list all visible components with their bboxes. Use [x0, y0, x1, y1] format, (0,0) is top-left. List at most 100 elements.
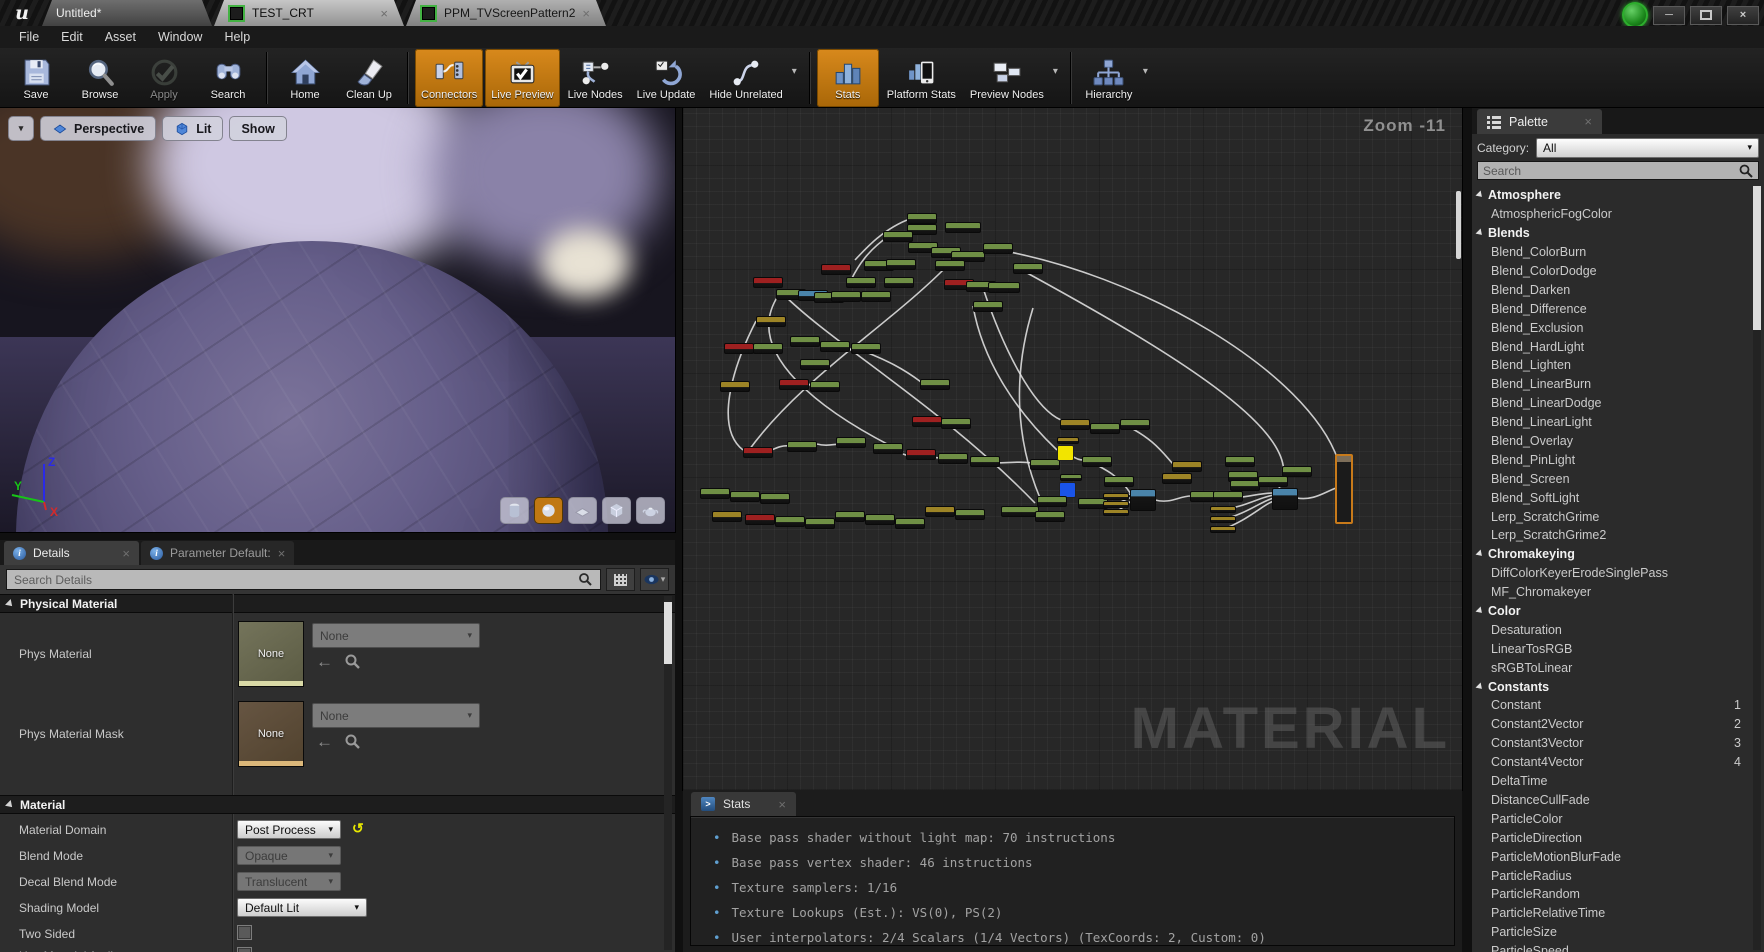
toolbar-search[interactable]: Search	[197, 49, 259, 107]
palette-item-constant3vector[interactable]: Constant3Vector3	[1472, 734, 1751, 753]
palette-category-chromakeying[interactable]: Chromakeying	[1472, 545, 1751, 564]
close-icon[interactable]: ×	[582, 7, 590, 20]
shading-model-dropdown[interactable]: Default Lit▾	[237, 898, 367, 917]
palette-item-lerp-scratchgrime[interactable]: Lerp_ScratchGrime	[1472, 507, 1751, 526]
palette-item-particleradius[interactable]: ParticleRadius	[1472, 866, 1751, 885]
palette-category-color[interactable]: Color	[1472, 602, 1751, 621]
toolbar-home[interactable]: Home	[274, 49, 336, 107]
graph-node[interactable]	[1210, 516, 1236, 523]
toolbar-live-nodes[interactable]: Live Nodes	[562, 49, 629, 107]
graph-node[interactable]	[983, 243, 1013, 254]
graph-node[interactable]	[970, 456, 1000, 467]
phys-material-thumbnail[interactable]: None	[238, 621, 304, 687]
palette-item-blend-colorburn[interactable]: Blend_ColorBurn	[1472, 243, 1751, 262]
graph-node[interactable]	[790, 336, 820, 347]
menu-edit[interactable]: Edit	[50, 30, 94, 44]
graph-node[interactable]	[1258, 476, 1288, 487]
material-domain-dropdown[interactable]: Post Process▾	[237, 820, 341, 839]
toolbar-live-update[interactable]: Live Update	[631, 49, 702, 107]
graph-node[interactable]	[779, 379, 809, 390]
close-icon[interactable]: ×	[278, 547, 286, 560]
palette-item-blend-linearlight[interactable]: Blend_LinearLight	[1472, 413, 1751, 432]
graph-node[interactable]	[753, 277, 783, 288]
graph-node[interactable]	[1001, 506, 1039, 517]
editor-tab-untitled[interactable]: Untitled*	[42, 0, 212, 26]
graph-node[interactable]	[846, 277, 876, 288]
graph-node[interactable]	[938, 453, 968, 464]
toolbar-platform-stats[interactable]: Platform Stats	[881, 49, 962, 107]
graph-node[interactable]	[730, 491, 760, 502]
graph-node[interactable]	[1162, 473, 1192, 484]
graph-node[interactable]	[1225, 456, 1255, 467]
editor-tab-ppm-tvscreenpattern2[interactable]: PPM_TVScreenPattern2×	[406, 0, 606, 26]
material-graph-panel[interactable]: MATERIAL Zoom -11	[683, 108, 1462, 790]
graph-node[interactable]	[935, 260, 965, 271]
graph-node[interactable]	[1335, 454, 1353, 524]
toolbar-connectors[interactable]: Connectors	[415, 49, 483, 107]
palette-item-blend-pinlight[interactable]: Blend_PinLight	[1472, 450, 1751, 469]
graph-node[interactable]	[1057, 445, 1074, 461]
menu-help[interactable]: Help	[213, 30, 261, 44]
palette-item-diffcolorkeyererodesinglepass[interactable]: DiffColorKeyerErodeSinglePass	[1472, 564, 1751, 583]
palette-item-constant[interactable]: Constant1	[1472, 696, 1751, 715]
graph-node[interactable]	[1103, 501, 1129, 508]
graph-node[interactable]	[1213, 491, 1243, 502]
graph-node[interactable]	[1013, 263, 1043, 274]
palette-item-atmosphericfogcolor[interactable]: AtmosphericFogColor	[1472, 205, 1751, 224]
graph-node[interactable]	[720, 381, 750, 392]
graph-node[interactable]	[800, 359, 830, 370]
graph-node[interactable]	[836, 437, 866, 448]
phys-material-dropdown[interactable]: None▾	[312, 623, 480, 648]
graph-node[interactable]	[700, 488, 730, 499]
graph-scrollbar-thumb[interactable]	[1456, 191, 1461, 259]
palette-item-blend-hardlight[interactable]: Blend_HardLight	[1472, 337, 1751, 356]
details-scrollbar[interactable]	[664, 596, 672, 950]
graph-node[interactable]	[884, 277, 914, 288]
maximize-button[interactable]	[1690, 6, 1722, 25]
chevron-down-icon[interactable]: ▾	[1053, 66, 1058, 77]
palette-item-blend-linearburn[interactable]: Blend_LinearBurn	[1472, 375, 1751, 394]
graph-node[interactable]	[912, 416, 942, 427]
palette-category-blends[interactable]: Blends	[1472, 224, 1751, 243]
graph-node[interactable]	[941, 418, 971, 429]
toolbar-save[interactable]: Save	[5, 49, 67, 107]
graph-node[interactable]	[988, 282, 1020, 293]
graph-node[interactable]	[925, 506, 955, 517]
shape-plane-button[interactable]	[568, 497, 597, 524]
graph-node[interactable]	[1120, 419, 1150, 430]
use-material-attributes-checkbox[interactable]	[237, 947, 252, 952]
section-physical-material[interactable]: Physical Material	[0, 594, 675, 613]
graph-node[interactable]	[920, 379, 950, 390]
toolbar-live-preview[interactable]: Live Preview	[485, 49, 559, 107]
tutorial-icon[interactable]	[1622, 2, 1648, 28]
graph-node[interactable]	[1060, 474, 1082, 481]
palette-item-blend-exclusion[interactable]: Blend_Exclusion	[1472, 318, 1751, 337]
graph-node[interactable]	[895, 518, 925, 529]
palette-item-particlecolor[interactable]: ParticleColor	[1472, 809, 1751, 828]
graph-node[interactable]	[1230, 480, 1260, 491]
graph-node[interactable]	[1172, 461, 1202, 472]
scrollbar-thumb[interactable]	[1753, 186, 1761, 330]
phys-material-mask-dropdown[interactable]: None▾	[312, 703, 480, 728]
palette-item-desaturation[interactable]: Desaturation	[1472, 620, 1751, 639]
close-icon[interactable]: ×	[380, 7, 388, 20]
graph-node[interactable]	[810, 381, 840, 392]
browse-asset-icon[interactable]	[344, 733, 361, 750]
graph-node[interactable]	[1210, 526, 1236, 533]
section-material[interactable]: Material	[0, 795, 675, 814]
tab-details[interactable]: i Details ×	[4, 541, 139, 565]
phys-material-mask-thumbnail[interactable]: None	[238, 701, 304, 767]
palette-item-srgbtolinear[interactable]: sRGBToLinear	[1472, 658, 1751, 677]
palette-item-constant2vector[interactable]: Constant2Vector2	[1472, 715, 1751, 734]
viewport-show-button[interactable]: Show	[229, 116, 286, 141]
toolbar-stats[interactable]: Stats	[817, 49, 879, 107]
graph-node[interactable]	[907, 213, 937, 224]
palette-item-deltatime[interactable]: DeltaTime	[1472, 772, 1751, 791]
palette-search-input[interactable]: Search	[1477, 161, 1759, 180]
shape-cylinder-button[interactable]	[500, 497, 529, 524]
graph-node[interactable]	[820, 341, 850, 352]
palette-item-particlerandom[interactable]: ParticleRandom	[1472, 885, 1751, 904]
graph-node[interactable]	[1082, 456, 1112, 467]
graph-node[interactable]	[821, 264, 851, 275]
graph-node[interactable]	[883, 231, 913, 242]
